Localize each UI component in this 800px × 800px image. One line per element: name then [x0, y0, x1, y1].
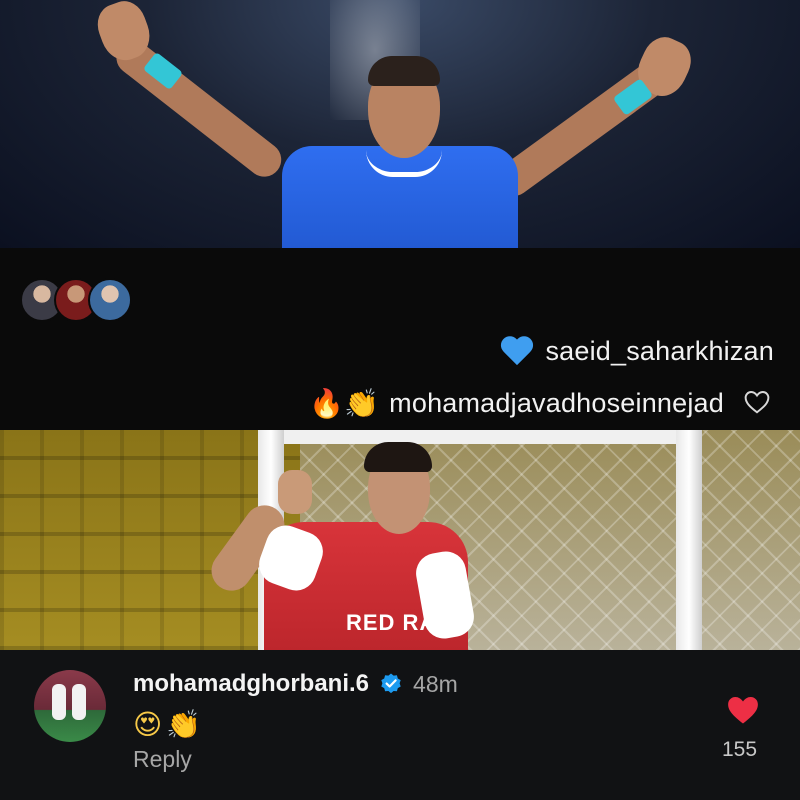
comment-username[interactable]: mohamadghorbani.6 — [133, 670, 369, 698]
fire-clap-emoji: 🔥👏 — [309, 386, 380, 420]
bottom-player-photo: RED RAN — [0, 430, 800, 650]
goal-post — [676, 430, 702, 650]
blue-heart-icon — [501, 337, 533, 367]
avatar-figure — [72, 684, 86, 720]
player-hair — [368, 56, 440, 86]
liker-avatars[interactable] — [20, 278, 132, 322]
top-player-photo — [0, 0, 800, 248]
outline-heart-icon[interactable] — [744, 390, 770, 414]
verified-badge-icon — [381, 673, 401, 694]
reaction-username: saeid_saharkhizan — [545, 336, 774, 366]
goal-crossbar — [258, 430, 702, 444]
like-count: 155 — [722, 738, 758, 761]
comment-header: mohamadghorbani.6 48m — [133, 670, 458, 698]
avatar-figure — [52, 684, 66, 720]
screenshot: saeid_saharkhizan 🔥👏 mohamadjavadhoseinn… — [0, 0, 800, 800]
player-hair — [364, 442, 432, 472]
like-heart-icon[interactable] — [726, 694, 760, 726]
reply-button[interactable]: Reply — [133, 746, 192, 773]
reaction-comment[interactable]: saeid_saharkhizan — [501, 336, 774, 367]
comment: mohamadghorbani.6 48m 😍👏 Reply 155 — [0, 650, 800, 800]
reactions-band: saeid_saharkhizan 🔥👏 mohamadjavadhoseinn… — [0, 248, 800, 430]
reaction-username: mohamadjavadhoseinnejad — [389, 388, 724, 418]
reaction-comment[interactable]: 🔥👏 mohamadjavadhoseinnejad — [309, 388, 724, 419]
avatar — [88, 278, 132, 322]
comment-timestamp: 48m — [413, 670, 458, 697]
player-fist — [278, 470, 312, 514]
avatar[interactable] — [34, 670, 106, 742]
jersey-sponsor: RED RAN — [346, 610, 454, 635]
comment-text: 😍👏 — [133, 708, 206, 741]
